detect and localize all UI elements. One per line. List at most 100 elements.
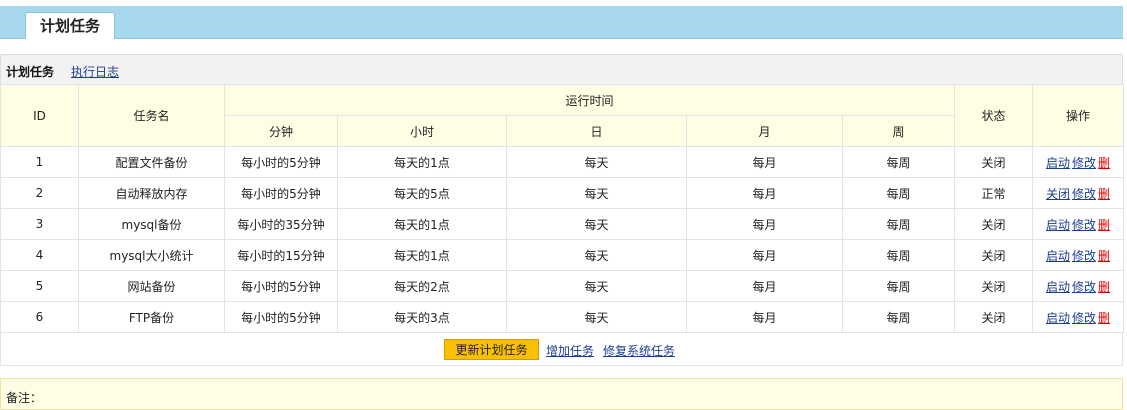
cell-operations: 关闭 修改删	[1032, 177, 1125, 209]
task-table: ID 任务名 运行时间 状态 操作 分钟 小时 日 月 周 1 配置文件备份 每…	[0, 84, 1125, 333]
cell-task-name: FTP备份	[78, 301, 225, 333]
cell-operations: 启动 修改删	[1032, 239, 1125, 271]
cell-id: 4	[0, 239, 79, 271]
cell-operations: 启动 修改删	[1032, 301, 1125, 333]
toggle-link[interactable]: 启动	[1046, 249, 1070, 263]
cell-task-name: 配置文件备份	[78, 146, 225, 178]
cell-month: 每月	[686, 146, 843, 178]
cell-hour: 每天的3点	[337, 301, 507, 333]
cell-task-name: 自动释放内存	[78, 177, 225, 209]
delete-link[interactable]: 删	[1098, 156, 1110, 170]
cell-day: 每天	[506, 177, 687, 209]
update-tasks-button[interactable]: 更新计划任务	[444, 339, 539, 360]
notes-panel: 备注：	[0, 378, 1123, 410]
cell-day: 每天	[506, 239, 687, 271]
edit-link[interactable]: 修改	[1072, 187, 1096, 201]
notes-label: 备注：	[6, 391, 43, 405]
cell-month: 每月	[686, 301, 843, 333]
cell-status: 关闭	[954, 208, 1034, 240]
cell-minute: 每小时的5分钟	[224, 146, 338, 178]
header-hour: 小时	[337, 115, 507, 147]
cell-month: 每月	[686, 177, 843, 209]
cell-month: 每月	[686, 270, 843, 302]
toggle-link[interactable]: 启动	[1046, 156, 1070, 170]
cell-status: 关闭	[954, 146, 1034, 178]
execution-log-link[interactable]: 执行日志	[71, 63, 119, 80]
cell-minute: 每小时的5分钟	[224, 177, 338, 209]
edit-link[interactable]: 修改	[1072, 280, 1096, 294]
actions-bar: 更新计划任务 增加任务 修复系统任务	[0, 333, 1123, 366]
cell-hour: 每天的1点	[337, 146, 507, 178]
cell-id: 6	[0, 301, 79, 333]
cell-month: 每月	[686, 208, 843, 240]
header-operations: 操作	[1032, 84, 1125, 147]
cell-minute: 每小时的15分钟	[224, 239, 338, 271]
toggle-link[interactable]: 关闭	[1046, 187, 1070, 201]
edit-link[interactable]: 修改	[1072, 156, 1096, 170]
cell-minute: 每小时的5分钟	[224, 301, 338, 333]
header-task-name: 任务名	[78, 84, 225, 147]
cell-week: 每周	[841, 270, 956, 302]
edit-link[interactable]: 修改	[1072, 249, 1096, 263]
table-row: 2 自动释放内存 每小时的5分钟 每天的5点 每天 每月 每周 正常 关闭 修改删	[0, 177, 1125, 209]
cell-status: 正常	[954, 177, 1034, 209]
repair-system-tasks-link[interactable]: 修复系统任务	[603, 342, 675, 359]
header-week: 周	[841, 115, 956, 147]
edit-link[interactable]: 修改	[1072, 218, 1096, 232]
sub-navigation: 计划任务 执行日志	[0, 54, 1123, 85]
cell-operations: 启动 修改删	[1032, 208, 1125, 240]
cell-week: 每周	[841, 239, 956, 271]
header-month: 月	[686, 115, 843, 147]
header-day: 日	[506, 115, 687, 147]
cell-day: 每天	[506, 270, 687, 302]
top-bar: 计划任务	[0, 6, 1123, 39]
delete-link[interactable]: 删	[1098, 218, 1110, 232]
table-row: 6 FTP备份 每小时的5分钟 每天的3点 每天 每月 每周 关闭 启动 修改删	[0, 301, 1125, 333]
cell-month: 每月	[686, 239, 843, 271]
delete-link[interactable]: 删	[1098, 187, 1110, 201]
cell-status: 关闭	[954, 239, 1034, 271]
delete-link[interactable]: 删	[1098, 249, 1110, 263]
cell-hour: 每天的5点	[337, 177, 507, 209]
cell-hour: 每天的1点	[337, 208, 507, 240]
cell-id: 2	[0, 177, 79, 209]
table-row: 4 mysql大小统计 每小时的15分钟 每天的1点 每天 每月 每周 关闭 启…	[0, 239, 1125, 271]
cell-id: 5	[0, 270, 79, 302]
cell-week: 每周	[841, 208, 956, 240]
cell-task-name: mysql备份	[78, 208, 225, 240]
header-id: ID	[0, 84, 79, 147]
header-status: 状态	[954, 84, 1034, 147]
section-title: 计划任务	[6, 65, 55, 79]
edit-link[interactable]: 修改	[1072, 311, 1096, 325]
cell-minute: 每小时的35分钟	[224, 208, 338, 240]
header-minute: 分钟	[224, 115, 338, 147]
cell-task-name: 网站备份	[78, 270, 225, 302]
table-row: 1 配置文件备份 每小时的5分钟 每天的1点 每天 每月 每周 关闭 启动 修改删	[0, 146, 1125, 178]
delete-link[interactable]: 删	[1098, 280, 1110, 294]
cell-day: 每天	[506, 146, 687, 178]
toggle-link[interactable]: 启动	[1046, 218, 1070, 232]
header-run-time: 运行时间	[223, 84, 956, 116]
cell-operations: 启动 修改删	[1032, 146, 1125, 178]
cell-status: 关闭	[954, 301, 1034, 333]
toggle-link[interactable]: 启动	[1046, 280, 1070, 294]
table-row: 5 网站备份 每小时的5分钟 每天的2点 每天 每月 每周 关闭 启动 修改删	[0, 270, 1125, 302]
toggle-link[interactable]: 启动	[1046, 311, 1070, 325]
cell-week: 每周	[841, 177, 956, 209]
cell-day: 每天	[506, 301, 687, 333]
cell-id: 1	[0, 146, 79, 178]
cell-week: 每周	[841, 146, 956, 178]
cell-week: 每周	[841, 301, 956, 333]
cell-hour: 每天的1点	[337, 239, 507, 271]
delete-link[interactable]: 删	[1098, 311, 1110, 325]
cell-id: 3	[0, 208, 79, 240]
cell-status: 关闭	[954, 270, 1034, 302]
tab-scheduled-tasks[interactable]: 计划任务	[25, 12, 115, 39]
cell-day: 每天	[506, 208, 687, 240]
table-row: 3 mysql备份 每小时的35分钟 每天的1点 每天 每月 每周 关闭 启动修…	[0, 208, 1125, 240]
cell-operations: 启动 修改删	[1032, 270, 1125, 302]
add-task-link[interactable]: 增加任务	[546, 342, 594, 359]
cell-minute: 每小时的5分钟	[224, 270, 338, 302]
cell-task-name: mysql大小统计	[78, 239, 225, 271]
cell-hour: 每天的2点	[337, 270, 507, 302]
